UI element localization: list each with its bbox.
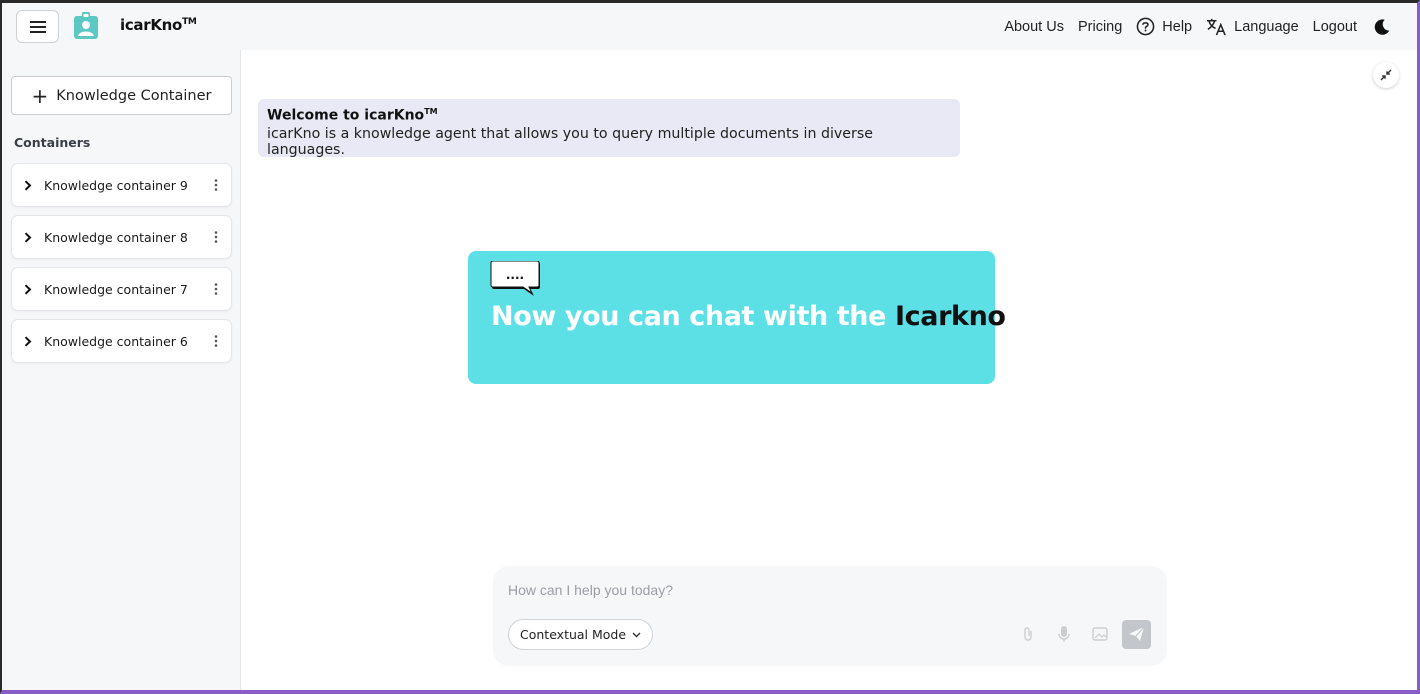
nav-logout[interactable]: Logout (1313, 19, 1357, 35)
chevron-down-icon (632, 632, 641, 637)
container-item-label: Knowledge container 8 (44, 229, 188, 245)
send-icon (1129, 626, 1145, 641)
microphone-button[interactable] (1050, 620, 1078, 648)
welcome-trademark: TM (424, 107, 438, 116)
nav-about-us[interactable]: About Us (1004, 19, 1064, 35)
banner-headline: Now you can chat with the Icarkno (491, 301, 1006, 332)
hamburger-icon (29, 20, 46, 33)
microphone-icon (1058, 625, 1070, 642)
top-nav: About Us Pricing Help Language Logout (990, 3, 1391, 50)
more-options-icon[interactable] (201, 335, 231, 347)
top-header: icarKnoTM About Us Pricing Help Language (2, 3, 1417, 50)
collapse-arrows-icon (1380, 69, 1392, 81)
collapse-button[interactable] (1373, 62, 1399, 88)
chevron-right-icon[interactable] (12, 283, 44, 295)
chat-composer: Contextual Mode (493, 566, 1167, 666)
speech-bubble-icon: .... (490, 261, 540, 296)
app-window: icarKnoTM About Us Pricing Help Language (0, 0, 1420, 694)
hamburger-menu-button[interactable] (16, 10, 59, 43)
welcome-title: Welcome to icarKnoTM (267, 107, 438, 124)
main-chat-area: Welcome to icarKnoTM icarKno is a knowle… (242, 50, 1417, 690)
banner-headline-accent: Icarkno (895, 301, 1006, 332)
container-item[interactable]: Knowledge container 7 (11, 267, 232, 311)
add-knowledge-container-label: Knowledge Container (56, 87, 212, 104)
add-knowledge-container-button[interactable]: + Knowledge Container (11, 76, 232, 115)
speech-bubble-text: .... (506, 268, 524, 282)
image-upload-icon (1092, 627, 1108, 641)
brand-logo-icon (74, 12, 98, 39)
chevron-right-icon[interactable] (12, 179, 44, 191)
container-item-label: Knowledge container 6 (44, 333, 188, 349)
container-item[interactable]: Knowledge container 8 (11, 215, 232, 259)
brand-trademark: TM (182, 17, 197, 27)
nav-pricing[interactable]: Pricing (1078, 19, 1122, 35)
containers-section-title: Containers (14, 135, 91, 150)
nav-help[interactable]: Help (1136, 17, 1192, 36)
send-button[interactable] (1122, 619, 1151, 649)
chevron-right-icon[interactable] (12, 231, 44, 243)
mode-selector-label: Contextual Mode (520, 627, 627, 642)
chevron-right-icon[interactable] (12, 335, 44, 347)
chat-promo-banner: .... Now you can chat with the Icarkno (468, 251, 1006, 384)
upload-image-button[interactable] (1086, 620, 1114, 648)
nav-logout-label: Logout (1312, 18, 1357, 35)
dark-mode-moon-icon[interactable] (1373, 18, 1391, 36)
nav-language[interactable]: Language (1206, 17, 1299, 36)
more-options-icon[interactable] (201, 283, 231, 295)
more-options-icon[interactable] (201, 231, 231, 243)
nav-pricing-label: Pricing (1077, 18, 1123, 35)
attach-button[interactable] (1014, 620, 1042, 648)
welcome-description: icarKno is a knowledge agent that allows… (267, 125, 873, 158)
sidebar: + Knowledge Container Containers Knowled… (2, 50, 241, 690)
nav-help-label: Help (1162, 18, 1193, 35)
composer-tools (1006, 619, 1151, 649)
container-item[interactable]: Knowledge container 9 (11, 163, 232, 207)
paperclip-icon (1024, 627, 1032, 641)
chat-message-input[interactable] (508, 582, 1148, 598)
container-item[interactable]: Knowledge container 6 (11, 319, 232, 363)
plus-icon: + (31, 83, 49, 108)
welcome-message: Welcome to icarKnoTM icarKno is a knowle… (258, 99, 960, 158)
more-options-icon[interactable] (201, 179, 231, 191)
brand-name[interactable]: icarKnoTM (120, 16, 197, 34)
nav-language-label: Language (1234, 18, 1299, 35)
nav-about-label: About Us (1004, 18, 1064, 35)
container-item-label: Knowledge container 7 (44, 281, 188, 297)
container-list: Knowledge container 9 Knowledge containe… (11, 163, 232, 371)
mode-selector[interactable]: Contextual Mode (508, 619, 654, 650)
translate-icon (1207, 18, 1226, 36)
container-item-label: Knowledge container 9 (44, 177, 188, 193)
help-circle-icon (1136, 17, 1155, 36)
